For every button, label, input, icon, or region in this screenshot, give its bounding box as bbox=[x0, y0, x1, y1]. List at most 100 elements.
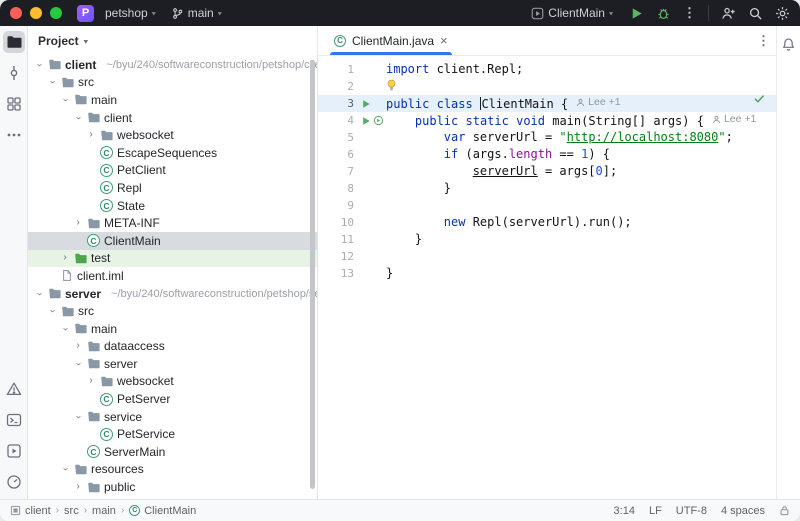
project-panel-header[interactable]: Project ▾ bbox=[28, 26, 317, 56]
readonly-lock-icon[interactable] bbox=[779, 505, 790, 516]
structure-toolwindow-button[interactable] bbox=[3, 93, 25, 115]
code-line-13[interactable]: 13} bbox=[318, 265, 776, 282]
code-vision-author-hint[interactable]: Lee +1 bbox=[576, 94, 620, 111]
caret-position[interactable]: 3:14 bbox=[614, 505, 635, 517]
tree-row-src[interactable]: ›src bbox=[28, 302, 317, 320]
tree-row-repl[interactable]: CRepl bbox=[28, 179, 317, 197]
tree-chevron-down-icon[interactable]: › bbox=[60, 464, 70, 474]
project-toolwindow-button[interactable] bbox=[3, 31, 25, 53]
tree-row-src[interactable]: ›src bbox=[28, 74, 317, 92]
tree-chevron-right-icon[interactable]: › bbox=[86, 130, 96, 140]
tree-row-websocket[interactable]: ›websocket bbox=[28, 126, 317, 144]
run-gutter-icon[interactable] bbox=[361, 116, 371, 126]
project-scrollbar[interactable] bbox=[310, 60, 315, 489]
more-tool-windows-button[interactable] bbox=[3, 124, 25, 146]
code-line-8[interactable]: 8 } bbox=[318, 180, 776, 197]
tree-row-servermain[interactable]: CServerMain bbox=[28, 443, 317, 461]
tree-row-server[interactable]: ›server bbox=[28, 355, 317, 373]
tree-row-resources[interactable]: ›resources bbox=[28, 461, 317, 479]
file-encoding[interactable]: UTF-8 bbox=[676, 505, 707, 517]
tree-chevron-down-icon[interactable]: › bbox=[47, 306, 57, 316]
tree-row-clientmain[interactable]: CClientMain bbox=[28, 232, 317, 250]
code-line-9[interactable]: 9 bbox=[318, 197, 776, 214]
tree-chevron-down-icon[interactable]: › bbox=[73, 412, 83, 422]
breadcrumb-clientmain[interactable]: CClientMain bbox=[129, 505, 196, 517]
code-line-11[interactable]: 11 } bbox=[318, 231, 776, 248]
tab-close-icon[interactable]: × bbox=[440, 34, 448, 47]
tree-chevron-right-icon[interactable]: › bbox=[60, 253, 70, 263]
intention-bulb-icon[interactable] bbox=[386, 79, 397, 92]
tree-chevron-down-icon[interactable]: › bbox=[34, 60, 44, 70]
search-everywhere-button[interactable] bbox=[748, 6, 763, 21]
code-vision-author-hint[interactable]: Lee +1 bbox=[712, 111, 756, 128]
code-line-5[interactable]: 5 var serverUrl = "http://localhost:8080… bbox=[318, 129, 776, 146]
tree-item-label: PetServer bbox=[117, 392, 170, 406]
tree-row-main[interactable]: ›main bbox=[28, 320, 317, 338]
tree-row-client.iml[interactable]: client.iml bbox=[28, 267, 317, 285]
code-editor[interactable]: 1import client.Repl;23public class Clien… bbox=[318, 56, 776, 499]
tree-chevron-down-icon[interactable]: › bbox=[73, 113, 83, 123]
tree-row-test[interactable]: ›test bbox=[28, 250, 317, 268]
tree-row-dataaccess[interactable]: ›dataaccess bbox=[28, 338, 317, 356]
window-close-button[interactable] bbox=[10, 7, 22, 19]
debug-button[interactable] bbox=[656, 6, 671, 21]
code-line-1[interactable]: 1import client.Repl; bbox=[318, 61, 776, 78]
code-with-me-button[interactable] bbox=[721, 6, 736, 21]
tree-row-petclient[interactable]: CPetClient bbox=[28, 162, 317, 180]
notifications-bell-icon[interactable] bbox=[778, 33, 800, 55]
code-line-12[interactable]: 12 bbox=[318, 248, 776, 265]
tree-row-server[interactable]: ›server~/byu/240/softwareconstruction/pe… bbox=[28, 285, 317, 303]
commit-toolwindow-button[interactable] bbox=[3, 62, 25, 84]
tree-row-petservice[interactable]: CPetService bbox=[28, 425, 317, 443]
tree-row-service[interactable]: ›service bbox=[28, 408, 317, 426]
vcs-branch-widget[interactable]: main ▾ bbox=[167, 4, 226, 22]
tree-chevron-down-icon[interactable]: › bbox=[60, 324, 70, 334]
inspections-ok-icon[interactable] bbox=[753, 92, 766, 105]
folder-icon bbox=[48, 287, 61, 300]
tree-chevron-down-icon[interactable]: › bbox=[73, 359, 83, 369]
tree-row-public[interactable]: ›public bbox=[28, 478, 317, 496]
profiler-toolwindow-button[interactable] bbox=[3, 471, 25, 493]
problems-toolwindow-button[interactable] bbox=[3, 378, 25, 400]
tree-chevron-right-icon[interactable]: › bbox=[73, 482, 83, 492]
tab-clientmain-java[interactable]: C ClientMain.java × bbox=[324, 26, 458, 55]
code-line-2[interactable]: 2 bbox=[318, 78, 776, 95]
code-line-3[interactable]: 3public class ClientMain {Lee +1 bbox=[318, 95, 776, 112]
code-line-7[interactable]: 7 serverUrl = args[0]; bbox=[318, 163, 776, 180]
code-line-4[interactable]: 4 public static void main(String[] args)… bbox=[318, 112, 776, 129]
terminal-toolwindow-button[interactable] bbox=[3, 409, 25, 431]
tree-row-state[interactable]: CState bbox=[28, 197, 317, 215]
breadcrumb-client[interactable]: client bbox=[10, 505, 51, 517]
code-text: if (args.length == 1) { bbox=[386, 146, 610, 163]
code-line-6[interactable]: 6 if (args.length == 1) { bbox=[318, 146, 776, 163]
code-line-10[interactable]: 10 new Repl(serverUrl).run(); bbox=[318, 214, 776, 231]
more-actions-button[interactable]: ⋮ bbox=[683, 5, 696, 21]
tree-chevron-right-icon[interactable]: › bbox=[73, 341, 83, 351]
tree-chevron-down-icon[interactable]: › bbox=[60, 95, 70, 105]
breadcrumb-main[interactable]: main bbox=[92, 505, 116, 517]
tree-row-client[interactable]: ›client bbox=[28, 109, 317, 127]
project-widget[interactable]: petshop ▾ bbox=[101, 4, 160, 22]
tree-row-petserver[interactable]: CPetServer bbox=[28, 390, 317, 408]
tree-chevron-down-icon[interactable]: › bbox=[34, 289, 44, 299]
tree-row-websocket[interactable]: ›websocket bbox=[28, 373, 317, 391]
breadcrumb-src[interactable]: src bbox=[64, 505, 79, 517]
tree-row-escapesequences[interactable]: CEscapeSequences bbox=[28, 144, 317, 162]
window-minimize-button[interactable] bbox=[30, 7, 42, 19]
settings-button[interactable] bbox=[775, 6, 790, 21]
run-gutter-icon[interactable] bbox=[361, 99, 371, 109]
tab-options-button[interactable]: ⋮ bbox=[757, 33, 770, 49]
run-button[interactable] bbox=[629, 6, 644, 21]
indent-style[interactable]: 4 spaces bbox=[721, 505, 765, 517]
tree-row-client[interactable]: ›client~/byu/240/softwareconstruction/pe… bbox=[28, 56, 317, 74]
run-secondary-gutter-icon[interactable] bbox=[373, 115, 384, 126]
tree-row-main[interactable]: ›main bbox=[28, 91, 317, 109]
line-separator[interactable]: LF bbox=[649, 505, 662, 517]
tree-row-meta-inf[interactable]: ›META-INF bbox=[28, 214, 317, 232]
tree-chevron-right-icon[interactable]: › bbox=[73, 218, 83, 228]
tree-chevron-down-icon[interactable]: › bbox=[47, 77, 57, 87]
run-configuration-widget[interactable]: ClientMain ▾ bbox=[527, 4, 617, 22]
tree-chevron-right-icon[interactable]: › bbox=[86, 376, 96, 386]
services-toolwindow-button[interactable] bbox=[3, 440, 25, 462]
window-zoom-button[interactable] bbox=[50, 7, 62, 19]
